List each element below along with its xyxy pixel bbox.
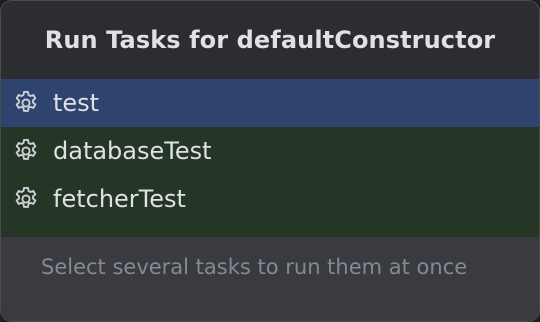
- task-item-databasetest[interactable]: databaseTest: [1, 127, 539, 175]
- gear-icon: [12, 89, 40, 117]
- task-item-label: test: [53, 89, 100, 117]
- run-tasks-popup: Run Tasks for defaultConstructor test da…: [0, 0, 540, 322]
- task-item-label: fetcherTest: [53, 185, 186, 213]
- task-list: test databaseTest fetcherTest: [1, 79, 539, 237]
- task-item-test[interactable]: test: [1, 79, 539, 127]
- popup-title: Run Tasks for defaultConstructor: [44, 26, 496, 54]
- gear-icon: [12, 185, 40, 213]
- footer-hint: Select several tasks to run them at once: [1, 237, 539, 321]
- task-item-label: databaseTest: [53, 137, 212, 165]
- gear-icon: [12, 137, 40, 165]
- task-item-fetchertest[interactable]: fetcherTest: [1, 175, 539, 223]
